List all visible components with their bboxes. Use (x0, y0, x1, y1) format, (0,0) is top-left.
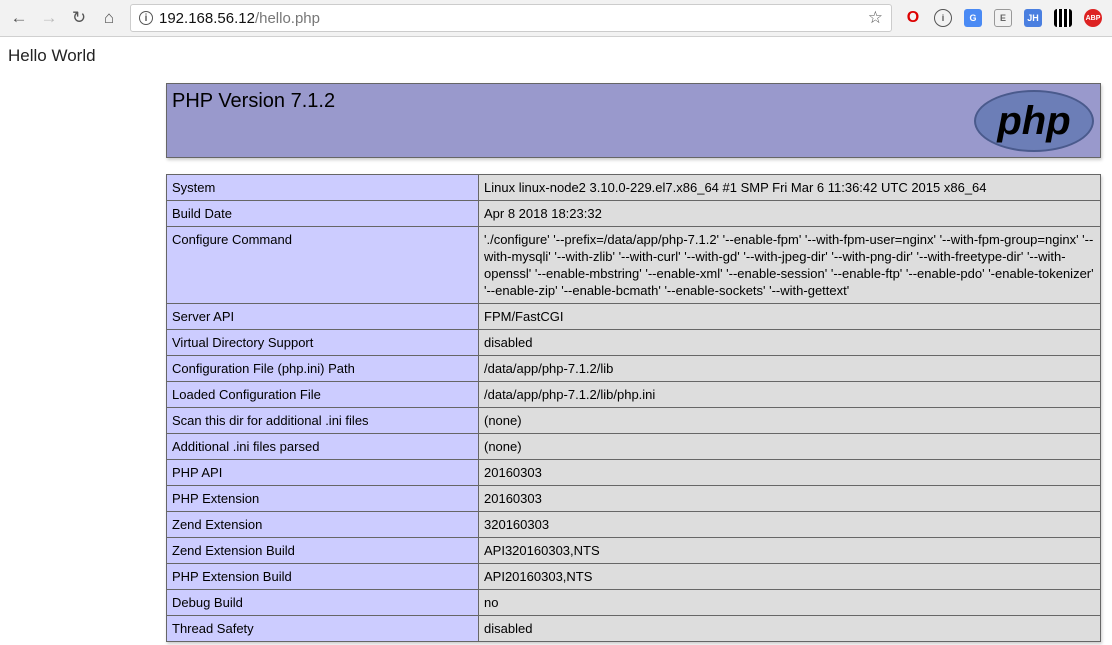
info-extension-icon[interactable]: i (934, 9, 952, 27)
row-value: 20160303 (478, 485, 1101, 512)
row-value: /data/app/php-7.1.2/lib/php.ini (478, 381, 1101, 408)
info-table: System Linux linux-node2 3.10.0-229.el7.x… (166, 174, 1101, 642)
row-label: Zend Extension Build (166, 537, 479, 564)
row-label: Thread Safety (166, 615, 479, 642)
row-label: Debug Build (166, 589, 479, 616)
table-row: PHP Extension 20160303 (166, 485, 1101, 512)
table-row: Virtual Directory Support disabled (166, 329, 1101, 356)
back-icon[interactable]: ← (6, 5, 32, 31)
row-value: Linux linux-node2 3.10.0-229.el7.x86_64 … (478, 174, 1101, 201)
row-label: Loaded Configuration File (166, 381, 479, 408)
row-label: Configuration File (php.ini) Path (166, 355, 479, 382)
row-label: PHP Extension (166, 485, 479, 512)
table-row: Zend Extension Build API320160303,NTS (166, 537, 1101, 564)
row-label: PHP API (166, 459, 479, 486)
php-logo-text: php (997, 98, 1071, 143)
row-value: API20160303,NTS (478, 563, 1101, 590)
row-label: Server API (166, 303, 479, 330)
row-label: Configure Command (166, 226, 479, 304)
row-value: disabled (478, 615, 1101, 642)
page-title: PHP Version 7.1.2 (172, 90, 336, 112)
reload-icon[interactable]: ↻ (66, 5, 92, 31)
row-value: (none) (478, 407, 1101, 434)
row-value: FPM/FastCGI (478, 303, 1101, 330)
row-value: 20160303 (478, 459, 1101, 486)
forward-icon[interactable]: → (36, 5, 62, 31)
table-row: Build Date Apr 8 2018 18:23:32 (166, 200, 1101, 227)
home-icon[interactable]: ⌂ (96, 5, 122, 31)
adblock-icon[interactable]: ABP (1084, 9, 1102, 27)
php-logo[interactable]: php (974, 90, 1094, 152)
php-version-header: PHP Version 7.1.2 php (166, 83, 1101, 158)
row-value: API320160303,NTS (478, 537, 1101, 564)
table-row: Server API FPM/FastCGI (166, 303, 1101, 330)
row-label: System (166, 174, 479, 201)
address-bar[interactable]: i 192.168.56.12/hello.php ☆ (130, 4, 892, 32)
jh-extension-icon[interactable]: JH (1024, 9, 1042, 27)
opera-icon[interactable]: O (904, 9, 922, 27)
browser-toolbar: ← → ↻ ⌂ i 192.168.56.12/hello.php ☆ O i … (0, 0, 1112, 37)
bookmark-star-icon[interactable]: ☆ (868, 8, 883, 28)
table-row: Zend Extension 320160303 (166, 511, 1101, 538)
url-path: /hello.php (254, 9, 320, 27)
table-row: Debug Build no (166, 589, 1101, 616)
row-value: no (478, 589, 1101, 616)
row-label: Additional .ini files parsed (166, 433, 479, 460)
row-value: /data/app/php-7.1.2/lib (478, 355, 1101, 382)
row-value: 320160303 (478, 511, 1101, 538)
row-label: Build Date (166, 200, 479, 227)
row-value: (none) (478, 433, 1101, 460)
info-icon[interactable]: i (139, 11, 153, 25)
hello-text: Hello World (8, 46, 96, 65)
row-label: PHP Extension Build (166, 563, 479, 590)
row-label: Zend Extension (166, 511, 479, 538)
row-value: disabled (478, 329, 1101, 356)
url-host: 192.168.56.12 (159, 9, 255, 27)
table-row: PHP API 20160303 (166, 459, 1101, 486)
table-row: System Linux linux-node2 3.10.0-229.el7.x… (166, 174, 1101, 201)
e-extension-icon[interactable]: E (994, 9, 1012, 27)
row-value: './configure' '--prefix=/data/app/php-7.… (478, 226, 1101, 304)
qr-code-icon[interactable] (1054, 9, 1072, 27)
table-row: Configure Command './configure' '--prefix… (166, 226, 1101, 304)
table-row: Scan this dir for additional .ini files(… (166, 407, 1101, 434)
table-row: Additional .ini files parsed (none) (166, 433, 1101, 460)
row-label: Scan this dir for additional .ini files (166, 407, 479, 434)
translate-icon[interactable]: G (964, 9, 982, 27)
row-value: Apr 8 2018 18:23:32 (478, 200, 1101, 227)
table-row: Loaded Configuration File/data/app/php-7… (166, 381, 1101, 408)
table-row: PHP Extension Build API20160303,NTS (166, 563, 1101, 590)
table-row: Thread Safety disabled (166, 615, 1101, 642)
table-row: Configuration File (php.ini) Path/data/a… (166, 355, 1101, 382)
phpinfo-container: PHP Version 7.1.2 php System Linux linux-… (166, 83, 1101, 642)
row-label: Virtual Directory Support (166, 329, 479, 356)
